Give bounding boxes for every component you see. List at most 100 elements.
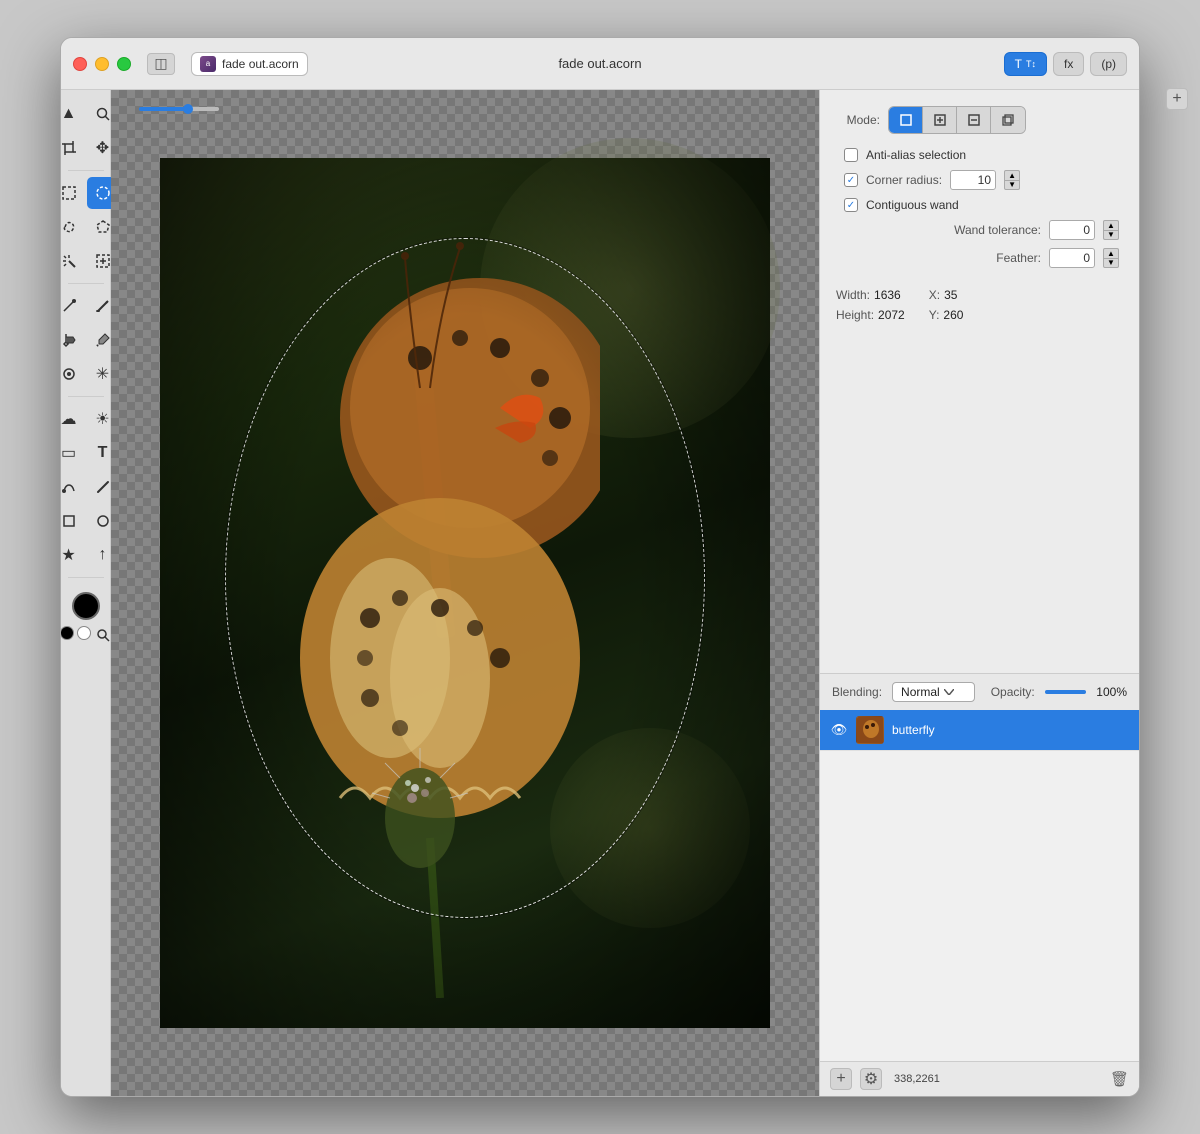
feather-up[interactable]: ▲ bbox=[1103, 248, 1119, 258]
canvas-content bbox=[111, 90, 819, 1096]
close-button[interactable] bbox=[73, 57, 87, 71]
tool-row-6 bbox=[61, 290, 119, 322]
tool-row-8: ✳ bbox=[61, 358, 119, 390]
vignette-overlay bbox=[160, 158, 770, 1028]
tools-button[interactable]: T T↕ bbox=[1004, 52, 1047, 76]
wand-tolerance-input[interactable] bbox=[1049, 220, 1095, 240]
sidebar-toggle-button[interactable]: ◫ bbox=[147, 53, 175, 75]
mode-btn-intersect[interactable] bbox=[991, 107, 1025, 133]
blending-select[interactable]: Normal bbox=[892, 682, 975, 702]
width-value: 1636 bbox=[874, 288, 901, 302]
x-label: X: bbox=[929, 288, 940, 302]
corner-radius-up[interactable]: ▲ bbox=[1004, 170, 1020, 180]
p-button[interactable]: (p) bbox=[1090, 52, 1127, 76]
layer-name: butterfly bbox=[892, 723, 935, 737]
mode-btn-add[interactable] bbox=[923, 107, 957, 133]
tool-row-9: ☁ ☀ bbox=[61, 403, 119, 435]
tool-row-5 bbox=[61, 245, 119, 277]
opacity-slider[interactable] bbox=[1045, 690, 1087, 694]
wand-tolerance-down[interactable]: ▼ bbox=[1103, 230, 1119, 240]
contiguous-wand-checkbox[interactable]: ✓ bbox=[844, 198, 858, 212]
magic-wand-tool[interactable] bbox=[61, 245, 85, 277]
foreground-mini[interactable] bbox=[61, 626, 74, 640]
layer-settings-button[interactable]: ⚙ bbox=[860, 1068, 882, 1090]
opacity-value: 100% bbox=[1096, 685, 1127, 699]
tool-row-1: ▲ bbox=[61, 98, 119, 130]
tool-row-11 bbox=[61, 471, 119, 503]
contiguous-wand-row: ✓ Contiguous wand bbox=[836, 198, 1123, 212]
traffic-lights bbox=[73, 57, 131, 71]
tool-row-3 bbox=[61, 177, 119, 209]
corner-radius-label: Corner radius: bbox=[866, 173, 942, 187]
corner-radius-row: ✓ Corner radius: 10 ▲ ▼ bbox=[844, 170, 1123, 190]
anti-alias-checkbox[interactable] bbox=[844, 148, 858, 162]
corner-radius-checkbox[interactable]: ✓ bbox=[844, 173, 858, 187]
rect-shape-tool[interactable]: ▭ bbox=[61, 437, 85, 469]
tool-row-10: ▭ T bbox=[61, 437, 119, 469]
wand-tolerance-up[interactable]: ▲ bbox=[1103, 220, 1119, 230]
file-tab[interactable]: a fade out.acorn bbox=[191, 52, 308, 76]
corner-radius-down[interactable]: ▼ bbox=[1004, 180, 1020, 190]
tool-row-4 bbox=[61, 211, 119, 243]
dims-right: X: 35 Y: 260 bbox=[929, 288, 964, 322]
maximize-button[interactable] bbox=[117, 57, 131, 71]
background-mini[interactable] bbox=[77, 626, 91, 640]
titlebar-actions: T T↕ fx (p) bbox=[1004, 52, 1127, 76]
feather-down[interactable]: ▼ bbox=[1103, 258, 1119, 268]
layer-thumbnail bbox=[856, 716, 884, 744]
canvas-area[interactable]: − + 64% Selection: 35,260 1636 × 2072 bbox=[111, 90, 819, 1096]
blending-value: Normal bbox=[901, 685, 940, 699]
anti-alias-row: Anti-alias selection bbox=[836, 148, 1123, 162]
dims-left: Width: 1636 Height: 2072 bbox=[836, 288, 905, 322]
y-row: Y: 260 bbox=[929, 308, 964, 322]
width-row: Width: 1636 bbox=[836, 288, 905, 302]
tool-divider-4 bbox=[68, 577, 104, 578]
fx-label: fx bbox=[1064, 57, 1073, 71]
lasso-tool[interactable] bbox=[61, 211, 85, 243]
fill-tool[interactable] bbox=[61, 324, 85, 356]
arrow-tool[interactable]: ▲ bbox=[61, 98, 85, 130]
star-tool[interactable]: ★ bbox=[61, 539, 85, 571]
window-title: fade out.acorn bbox=[558, 56, 641, 71]
y-value: 260 bbox=[943, 308, 963, 322]
contiguous-wand-label: Contiguous wand bbox=[866, 198, 959, 212]
y-label: Y: bbox=[929, 308, 940, 322]
layer-eye-icon[interactable]: 👁 bbox=[830, 721, 848, 739]
add-layer-button[interactable]: + bbox=[830, 1068, 852, 1090]
layer-coords: 338,2261 bbox=[894, 1073, 940, 1085]
rect-path-tool[interactable] bbox=[61, 505, 85, 537]
layer-butterfly[interactable]: 👁 butterfly bbox=[820, 710, 1139, 751]
rect-select-tool[interactable] bbox=[61, 177, 85, 209]
wand-tolerance-row: Wand tolerance: ▲ ▼ bbox=[836, 220, 1123, 240]
tool-row-13: ★ ↑ bbox=[61, 539, 119, 571]
dimensions-section: Width: 1636 Height: 2072 X: 35 bbox=[836, 288, 1123, 322]
crop-tool[interactable] bbox=[61, 132, 85, 164]
bezier-pen-tool[interactable] bbox=[61, 471, 85, 503]
feather-input[interactable] bbox=[1049, 248, 1095, 268]
corner-radius-input[interactable]: 10 bbox=[950, 170, 996, 190]
mode-btn-replace[interactable] bbox=[889, 107, 923, 133]
delete-layer-button[interactable]: 🗑 bbox=[1110, 1070, 1129, 1088]
titlebar: ◫ a fade out.acorn fade out.acorn T T↕ f… bbox=[61, 38, 1139, 90]
foreground-color[interactable] bbox=[72, 592, 100, 620]
mode-btn-subtract[interactable] bbox=[957, 107, 991, 133]
fx-button[interactable]: fx bbox=[1053, 52, 1084, 76]
feather-label: Feather: bbox=[996, 251, 1041, 265]
cloud-tool[interactable]: ☁ bbox=[61, 403, 85, 435]
x-value: 35 bbox=[944, 288, 957, 302]
magnify-tool[interactable] bbox=[94, 626, 112, 644]
layers-footer: + ⚙ 338,2261 🗑 bbox=[820, 1061, 1139, 1096]
wand-tolerance-stepper: ▲ ▼ bbox=[1103, 220, 1119, 240]
zoom-slider[interactable] bbox=[139, 107, 219, 111]
tool-row-7 bbox=[61, 324, 119, 356]
tool-divider-3 bbox=[68, 396, 104, 397]
tool-row-12 bbox=[61, 505, 119, 537]
pen-tool[interactable] bbox=[61, 290, 85, 322]
panel-spacer bbox=[820, 322, 1139, 673]
height-row: Height: 2072 bbox=[836, 308, 905, 322]
app-window: ◫ a fade out.acorn fade out.acorn T T↕ f… bbox=[60, 37, 1140, 1097]
blending-chevron-icon bbox=[944, 689, 954, 695]
color-secondary bbox=[61, 626, 112, 644]
clone-tool[interactable] bbox=[61, 358, 85, 390]
minimize-button[interactable] bbox=[95, 57, 109, 71]
